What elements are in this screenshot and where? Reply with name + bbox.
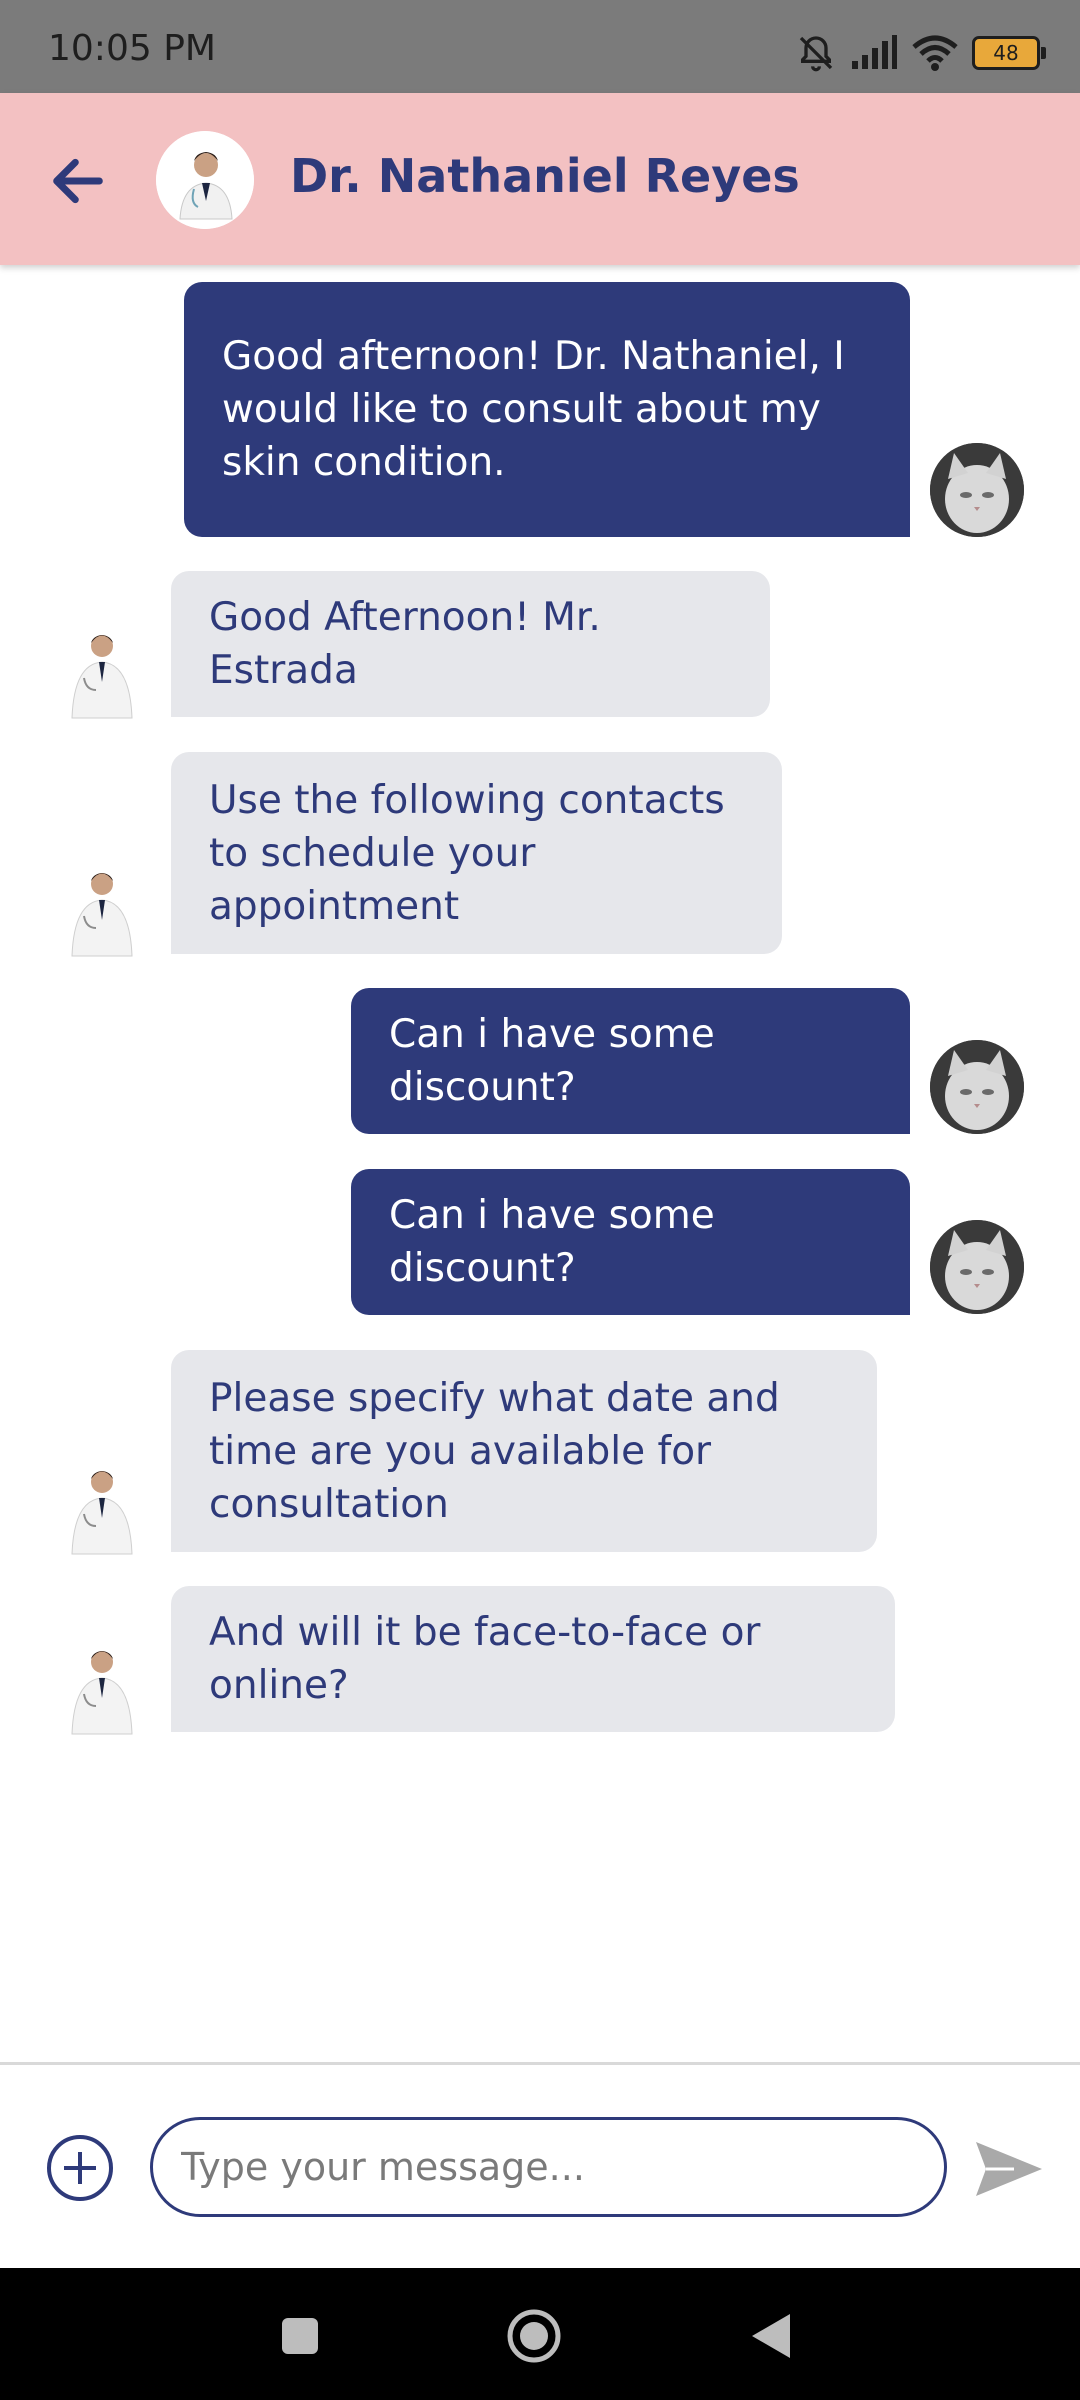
send-icon[interactable]	[974, 2138, 1044, 2200]
back-arrow-icon[interactable]	[46, 149, 110, 213]
message-text: Can i have some discount?	[389, 1193, 715, 1291]
back-nav-icon[interactable]	[750, 2312, 792, 2360]
status-icons: 48	[796, 28, 1046, 78]
battery-icon: 48	[972, 36, 1046, 70]
add-circle-icon[interactable]	[46, 2134, 114, 2202]
message-text: And will it be face-to-face or online?	[209, 1610, 761, 1708]
status-bar: 10:05 PM 48	[0, 0, 1080, 93]
doctor-avatar-small	[62, 1640, 142, 1736]
user-avatar	[930, 1220, 1024, 1314]
message-text: Good afternoon! Dr. Nathaniel, I would l…	[222, 334, 845, 485]
chat-header: Dr. Nathaniel Reyes	[0, 93, 1080, 265]
recents-icon[interactable]	[280, 2316, 320, 2356]
wifi-icon	[912, 35, 958, 71]
message-incoming: And will it be face-to-face or online?	[171, 1586, 895, 1732]
status-time: 10:05 PM	[48, 28, 216, 69]
doctor-avatar[interactable]	[156, 131, 254, 229]
message-text: Good Afternoon! Mr. Estrada	[209, 595, 601, 693]
home-icon[interactable]	[506, 2308, 562, 2364]
message-outgoing: Good afternoon! Dr. Nathaniel, I would l…	[184, 282, 910, 537]
message-incoming: Use the following contacts to schedule y…	[171, 752, 782, 954]
message-incoming: Please specify what date and time are yo…	[171, 1350, 877, 1552]
doctor-avatar-small	[62, 624, 142, 720]
bell-off-icon	[799, 36, 833, 72]
message-outgoing: Can i have some discount?	[351, 1169, 910, 1315]
signal-icon	[852, 35, 897, 69]
message-text: Can i have some discount?	[389, 1012, 715, 1110]
message-input[interactable]	[150, 2117, 947, 2217]
doctor-avatar-small	[62, 862, 142, 958]
message-incoming: Good Afternoon! Mr. Estrada	[171, 571, 770, 717]
doctor-avatar-small	[62, 1460, 142, 1556]
system-nav-bar	[0, 2268, 1080, 2400]
contact-name: Dr. Nathaniel Reyes	[290, 149, 800, 203]
user-avatar	[930, 443, 1024, 537]
composer-divider	[0, 2062, 1080, 2065]
message-text: Please specify what date and time are yo…	[209, 1375, 780, 1527]
message-outgoing: Can i have some discount?	[351, 988, 910, 1134]
user-avatar	[930, 1040, 1024, 1134]
message-text: Use the following contacts to schedule y…	[209, 777, 725, 929]
